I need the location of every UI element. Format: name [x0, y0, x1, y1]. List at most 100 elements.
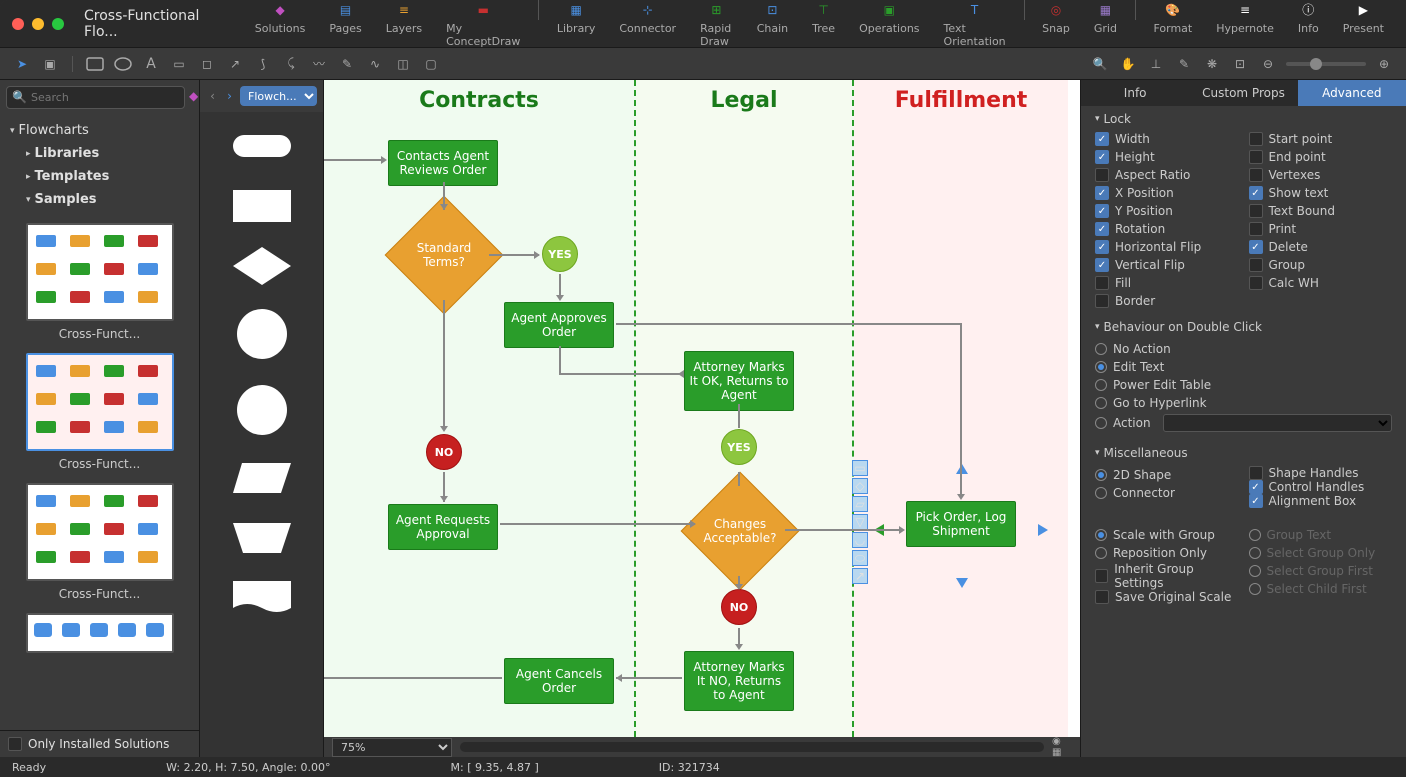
dblclick-power-edit-table[interactable]: Power Edit Table — [1095, 376, 1392, 394]
dblclick-go-to-hyperlink[interactable]: Go to Hyperlink — [1095, 394, 1392, 412]
sg-term-icon[interactable]: ⬭ — [852, 550, 868, 566]
close-window-button[interactable] — [12, 18, 24, 30]
lock-calc-wh[interactable]: Calc WH — [1249, 276, 1393, 290]
rect-tool[interactable] — [85, 54, 105, 74]
lock-end-point[interactable]: End point — [1249, 150, 1393, 164]
menu-operations[interactable]: ▣Operations — [849, 0, 929, 52]
tree-libraries[interactable]: ▸ Libraries — [8, 142, 191, 165]
marquee-tool[interactable]: ▣ — [40, 54, 60, 74]
menu-hypernote[interactable]: ≡Hypernote — [1206, 0, 1284, 52]
dblclick-no-action[interactable]: No Action — [1095, 340, 1392, 358]
sg-data-icon[interactable]: ▽ — [852, 514, 868, 530]
freehand-tool[interactable]: ∿ — [365, 54, 385, 74]
lock-height[interactable]: ✓Height — [1095, 150, 1239, 164]
lock-start-point[interactable]: Start point — [1249, 132, 1393, 146]
dblclick-action[interactable]: Action — [1095, 412, 1392, 434]
lock-x-position[interactable]: ✓X Position — [1095, 186, 1239, 200]
callout-tool[interactable]: ◻ — [197, 54, 217, 74]
lock-y-position[interactable]: ✓Y Position — [1095, 204, 1239, 218]
lock-print[interactable]: Print — [1249, 222, 1393, 236]
maximize-window-button[interactable] — [52, 18, 64, 30]
group-save-original-scale[interactable]: Save Original Scale — [1095, 590, 1239, 604]
thumbnail-2[interactable]: Cross-Funct... — [8, 483, 191, 601]
misc-connector[interactable]: Connector — [1095, 484, 1239, 502]
eyedropper-tool[interactable]: ✎ — [1174, 54, 1194, 74]
document-shape[interactable] — [232, 580, 292, 616]
lock-rotation[interactable]: ✓Rotation — [1095, 222, 1239, 236]
shapes-prev-button[interactable]: ‹ — [206, 86, 219, 106]
lock-horizontal-flip[interactable]: ✓Horizontal Flip — [1095, 240, 1239, 254]
pan-tool[interactable]: ✋ — [1118, 54, 1138, 74]
menu-pages[interactable]: ▤Pages — [319, 0, 371, 52]
menu-layers[interactable]: ≡Layers — [376, 0, 432, 52]
search-input[interactable] — [6, 86, 185, 109]
lock-vertical-flip[interactable]: ✓Vertical Flip — [1095, 258, 1239, 272]
text-tool[interactable]: A — [141, 54, 161, 74]
group-scale-with-group[interactable]: Scale with Group — [1095, 526, 1239, 544]
terminator-shape[interactable] — [232, 128, 292, 164]
decision-shape[interactable] — [232, 248, 292, 284]
pen-tool[interactable]: ✎ — [337, 54, 357, 74]
tree-templates[interactable]: ▸ Templates — [8, 165, 191, 188]
curve-tool[interactable]: ⤹ — [281, 54, 301, 74]
thumbnail-1[interactable]: Cross-Funct... — [8, 353, 191, 471]
menu-snap[interactable]: ◎Snap — [1032, 0, 1080, 52]
minimize-window-button[interactable] — [32, 18, 44, 30]
connector-shape-2[interactable] — [232, 384, 292, 436]
lock-fill[interactable]: Fill — [1095, 276, 1239, 290]
process-shape[interactable] — [232, 188, 292, 224]
horizontal-scrollbar[interactable] — [460, 742, 1044, 752]
node-attorney-ok[interactable]: Attorney Marks It OK, Returns to Agent — [684, 351, 794, 411]
misc-control-handles[interactable]: ✓Control Handles — [1249, 480, 1393, 494]
tab-custom-props[interactable]: Custom Props — [1189, 80, 1297, 106]
menu-my-conceptdraw[interactable]: ▬My ConceptDraw — [436, 0, 530, 52]
menu-rapid-draw[interactable]: ⊞Rapid Draw — [690, 0, 743, 52]
node-contacts-review[interactable]: Contacts Agent Reviews Order — [388, 140, 498, 186]
thumbnail-0[interactable]: Cross-Funct... — [8, 223, 191, 341]
spline-tool[interactable]: 〰 — [309, 54, 329, 74]
search-canvas-icon[interactable]: 🔍 — [1090, 54, 1110, 74]
only-installed-check[interactable]: Only Installed Solutions — [0, 730, 199, 757]
line-tool[interactable]: ↗ — [225, 54, 245, 74]
filter-button[interactable]: ◆ — [189, 86, 198, 106]
sg-conn-icon[interactable]: ↗ — [852, 568, 868, 584]
node-pick-order[interactable]: Pick Order, Log Shipment — [906, 501, 1016, 547]
ellipse-tool[interactable] — [113, 54, 133, 74]
eraser-tool[interactable]: ◫ — [393, 54, 413, 74]
arc-tool[interactable]: ⟆ — [253, 54, 273, 74]
menu-chain[interactable]: ⊡Chain — [747, 0, 798, 52]
shapes-dropdown[interactable]: Flowch... — [240, 86, 317, 106]
connector-shape[interactable] — [232, 308, 292, 360]
sg-doc-icon[interactable]: ◡ — [852, 532, 868, 548]
stamp-tool[interactable]: ⊥ — [1146, 54, 1166, 74]
menu-present[interactable]: ▶Present — [1333, 0, 1394, 52]
sg-diamond-icon[interactable]: ◇ — [852, 478, 868, 494]
tab-advanced[interactable]: Advanced — [1298, 80, 1406, 106]
manual-op-shape[interactable] — [232, 520, 292, 556]
lock-aspect-ratio[interactable]: Aspect Ratio — [1095, 168, 1239, 182]
textbox-tool[interactable]: ▭ — [169, 54, 189, 74]
misc-shape-handles[interactable]: Shape Handles — [1249, 466, 1393, 480]
zoom-slider[interactable] — [1286, 62, 1366, 66]
sg-rect-icon[interactable]: ▭ — [852, 460, 868, 476]
smart-guides-toolbar[interactable]: ▭ ◇ ▱ ▽ ◡ ⬭ ↗ — [852, 460, 868, 586]
page-nav-icon[interactable]: ◉ ▦ — [1052, 737, 1072, 757]
lock-border[interactable]: Border — [1095, 294, 1239, 308]
lock-width[interactable]: ✓Width — [1095, 132, 1239, 146]
drawing-canvas[interactable]: Contracts Legal Fulfillment Contacts Age… — [324, 80, 1080, 737]
node-no2[interactable]: NO — [721, 589, 757, 625]
misc-2d-shape[interactable]: 2D Shape — [1095, 466, 1239, 484]
spray-tool[interactable]: ❋ — [1202, 54, 1222, 74]
menu-tree[interactable]: ⊤Tree — [802, 0, 845, 52]
menu-connector[interactable]: ⊹Connector — [609, 0, 686, 52]
node-agent-approves[interactable]: Agent Approves Order — [504, 302, 614, 348]
group-reposition-only[interactable]: Reposition Only — [1095, 544, 1239, 562]
lock-text-bound[interactable]: Text Bound — [1249, 204, 1393, 218]
node-attorney-no[interactable]: Attorney Marks It NO, Returns to Agent — [684, 651, 794, 711]
node-agent-requests[interactable]: Agent Requests Approval — [388, 504, 498, 550]
zoom-dropdown[interactable]: 75% — [332, 738, 452, 757]
lock-vertexes[interactable]: Vertexes — [1249, 168, 1393, 182]
data-shape[interactable] — [232, 460, 292, 496]
node-yes2[interactable]: YES — [721, 429, 757, 465]
menu-solutions[interactable]: ◆Solutions — [245, 0, 316, 52]
